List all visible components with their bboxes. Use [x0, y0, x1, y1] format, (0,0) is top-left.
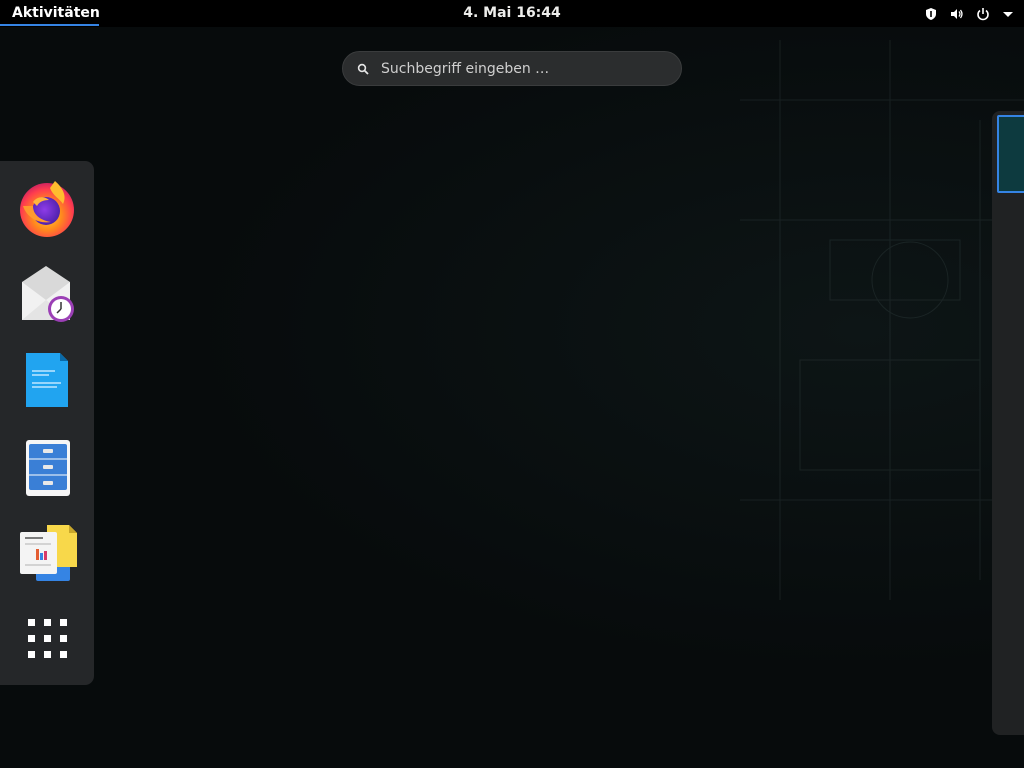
activities-indicator [0, 24, 99, 26]
clock-display: 4. Mai 16:44 [0, 0, 1024, 27]
show-apps-button[interactable] [14, 605, 80, 671]
documents-icon [20, 525, 77, 581]
system-tray[interactable] [924, 0, 1014, 27]
mail-clock-icon [22, 266, 74, 322]
wallpaper-pattern [740, 40, 1024, 600]
workspace-switcher [992, 111, 1024, 735]
dash-app-firefox[interactable] [14, 175, 80, 241]
writer-document-icon [26, 353, 68, 407]
firefox-icon [20, 181, 74, 237]
volume-icon[interactable] [950, 7, 964, 21]
file-cabinet-icon [26, 440, 70, 496]
search-icon [357, 63, 369, 75]
activities-button[interactable]: Aktivitäten [0, 0, 112, 27]
dash-app-documents[interactable] [14, 519, 80, 585]
dash-app-writer[interactable] [14, 347, 80, 413]
power-icon[interactable] [976, 7, 990, 21]
activities-label: Aktivitäten [12, 5, 100, 21]
clock-label[interactable]: 4. Mai 16:44 [463, 5, 561, 21]
desktop-overview: Aktivitäten 4. Mai 16:44 [0, 0, 1024, 768]
dash-app-evolution[interactable] [14, 261, 80, 327]
dash [0, 161, 94, 685]
top-bar: Aktivitäten 4. Mai 16:44 [0, 0, 1024, 27]
shield-icon[interactable] [924, 7, 938, 21]
workspace-thumbnail[interactable] [997, 115, 1024, 193]
menu-arrow-icon[interactable] [1002, 8, 1014, 20]
app-grid-icon [28, 619, 67, 658]
search-input[interactable] [379, 59, 663, 78]
search-box[interactable] [342, 51, 682, 86]
dash-app-files[interactable] [14, 433, 80, 499]
